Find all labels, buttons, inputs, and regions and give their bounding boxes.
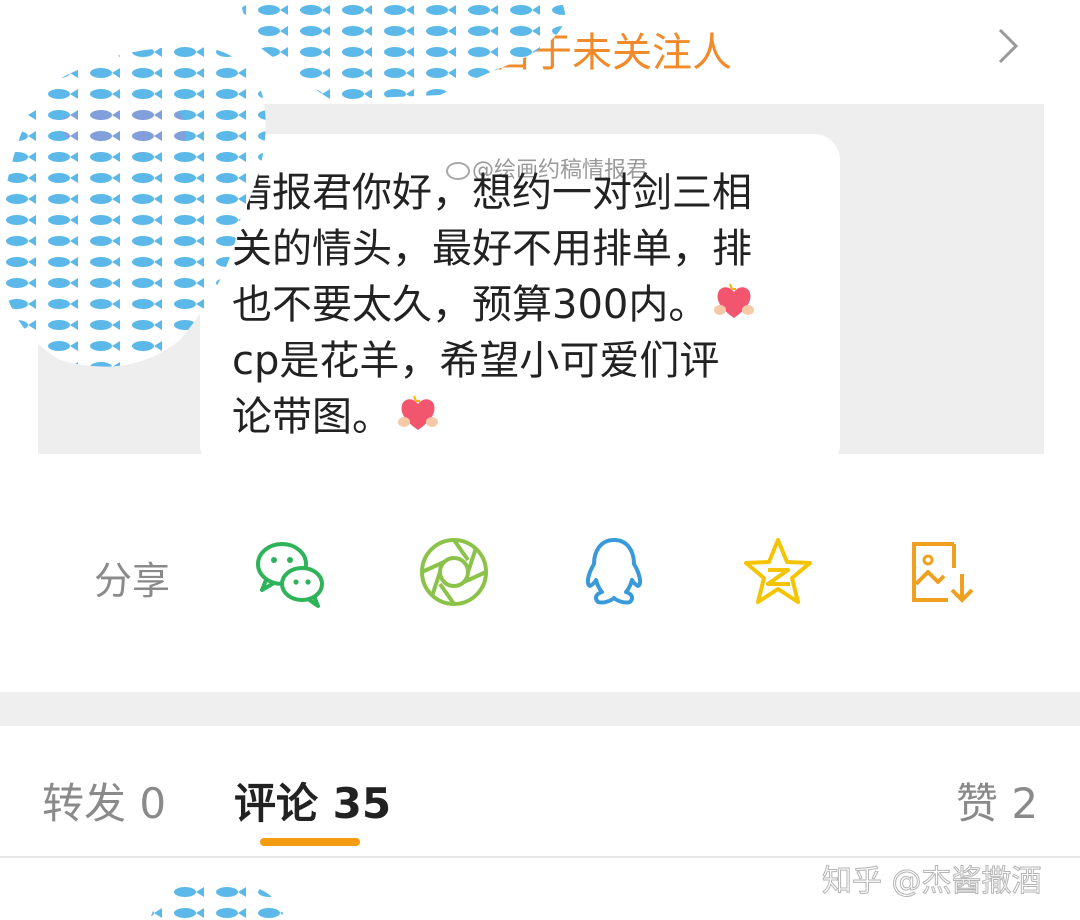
- message-line: cp是花羊，希望小可爱们评: [232, 338, 720, 384]
- interaction-tabs: 转发 0 评论 35 赞 2: [0, 726, 1080, 856]
- wechat-icon[interactable]: [252, 534, 328, 610]
- qzone-icon[interactable]: [740, 534, 816, 610]
- share-label: 分享: [94, 559, 171, 603]
- tab-likes[interactable]: 赞 2: [956, 770, 1038, 831]
- share-row: 分享: [0, 520, 1080, 630]
- heart-emoji-icon: [398, 395, 438, 430]
- tab-repost[interactable]: 转发 0: [42, 770, 166, 831]
- moments-icon[interactable]: [416, 534, 492, 610]
- message-line: 关的情头，最好不用排单，排: [232, 226, 752, 272]
- tab-comments[interactable]: 评论 35: [234, 770, 391, 831]
- message-line: 论带图。: [232, 389, 822, 445]
- message-line: 情报君你好，想约一对剑三相: [232, 170, 752, 216]
- message-line: 也不要太久，预算300内。: [232, 277, 822, 333]
- message-line-text: 也不要太久，预算300内。: [232, 282, 709, 328]
- save-image-icon[interactable]: [904, 534, 980, 610]
- section-divider: [0, 692, 1080, 726]
- source-row[interactable]: 来自于未关注人: [0, 0, 1080, 96]
- message-line-text: 论带图。: [232, 394, 392, 440]
- zhihu-watermark: 知乎 @杰酱撒酒: [822, 864, 1043, 900]
- chevron-right-icon[interactable]: [988, 24, 1028, 68]
- message-text: 情报君你好，想约一对剑三相 关的情头，最好不用排单，排 也不要太久，预算300内…: [232, 165, 822, 445]
- heart-emoji-icon: [714, 283, 755, 318]
- active-tab-indicator: [260, 838, 360, 846]
- qq-icon[interactable]: [576, 534, 652, 610]
- privacy-mask-bottom: [150, 878, 285, 920]
- source-label: 来自于未关注人: [452, 30, 732, 76]
